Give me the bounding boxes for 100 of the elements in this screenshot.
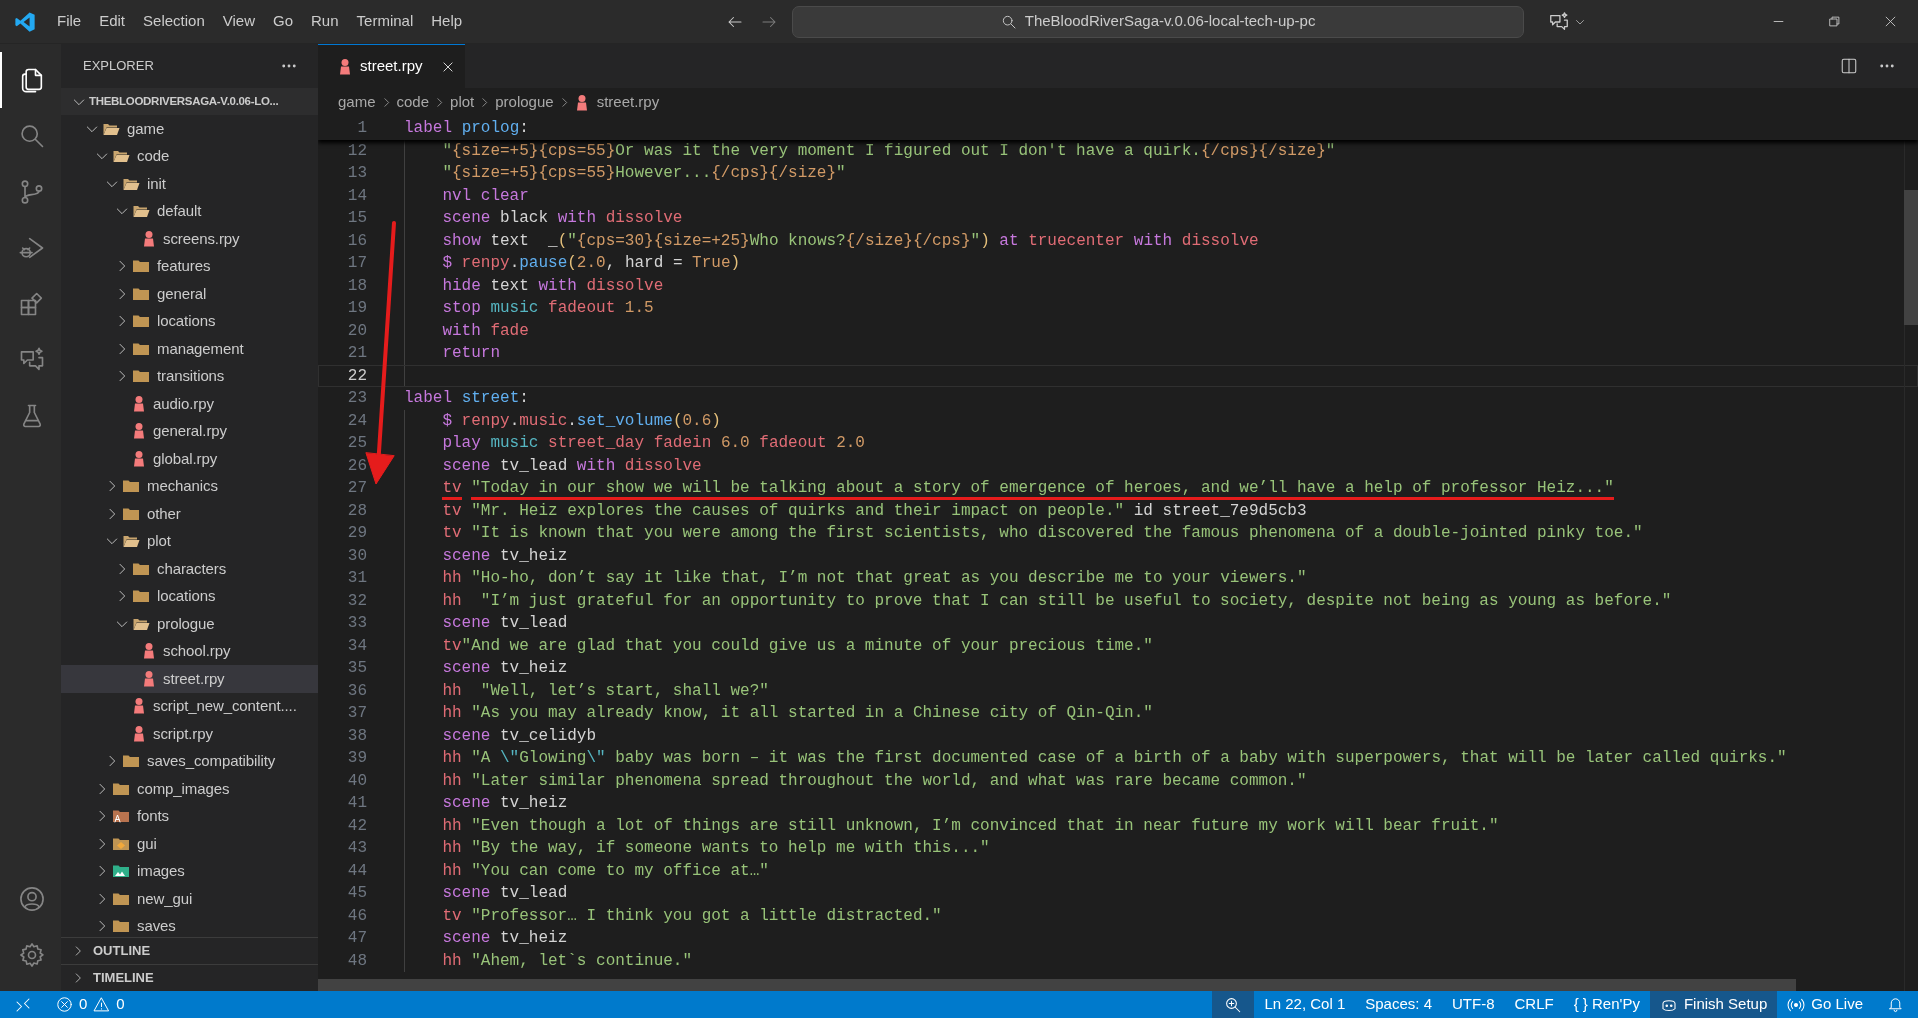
figure-icon (142, 229, 156, 248)
tree-item-label: audio.rpy (153, 393, 214, 414)
status-item[interactable]: Ln 22, Col 1 (1254, 991, 1356, 1018)
line-number: 13 (347, 163, 367, 185)
settings-icon[interactable] (17, 941, 46, 969)
status-item[interactable]: Spaces: 4 (1355, 991, 1442, 1018)
line-number: 19 (347, 298, 367, 320)
line-number: 28 (347, 500, 367, 522)
breadcrumb-item[interactable]: game (338, 91, 376, 114)
section-header[interactable]: OUTLINE (61, 937, 318, 964)
line-number: 18 (347, 275, 367, 297)
tree-item[interactable]: plot (61, 527, 318, 555)
code-line: hh "Later similar phenomena spread throughout the world, and what was rare became common." (442, 770, 1307, 792)
sidebar-title: EXPLORER (83, 57, 154, 76)
menu-item[interactable]: File (48, 8, 91, 35)
search-field[interactable]: TheBloodRiverSaga-v.0.06-local-tech-up-pc (792, 5, 1525, 38)
menu-item[interactable]: Run (302, 8, 348, 35)
tree-item[interactable]: script_new_content.... (61, 692, 318, 720)
tree-item-label: general.rpy (153, 421, 227, 441)
folder-icon (132, 588, 150, 605)
tree-item[interactable]: general.rpy (61, 417, 318, 445)
code-line: stop music fadeout 1.5 (442, 298, 654, 320)
close-icon[interactable] (441, 59, 455, 74)
tree-item[interactable]: screens.rpy (61, 225, 318, 253)
status-item[interactable]: CRLF (1504, 991, 1564, 1018)
split-editor-icon[interactable] (1840, 57, 1858, 75)
bell-icon[interactable] (1887, 996, 1904, 1013)
line-number: 26 (347, 455, 367, 477)
tree-item[interactable]: code (61, 142, 318, 170)
breadcrumb-item[interactable]: code (396, 91, 430, 114)
tree-item[interactable]: fonts (61, 802, 318, 830)
tree-item[interactable]: school.rpy (61, 637, 318, 665)
code-line: $ renpy.pause(2.0, hard = True) (442, 253, 741, 275)
code-line: scene tv_lead (442, 613, 568, 635)
breadcrumb-item[interactable]: street.rpy (596, 91, 660, 114)
menu-item[interactable]: View (213, 8, 264, 35)
tree-item[interactable]: images (61, 857, 318, 885)
scrollbar-thumb[interactable] (318, 979, 1796, 991)
breadcrumb-item[interactable]: plot (450, 91, 475, 114)
tree-item[interactable]: other (61, 500, 318, 528)
tree-item[interactable]: characters (61, 555, 318, 583)
editor-tab[interactable]: street.rpy (318, 44, 465, 88)
tree-item[interactable]: locations (61, 307, 318, 335)
figure-icon (574, 93, 589, 112)
menu-item[interactable]: Terminal (347, 8, 423, 35)
figure-icon (142, 642, 156, 661)
tree-item-label: images (137, 861, 185, 881)
tree-item[interactable]: prologue (61, 610, 318, 638)
status-item[interactable]: UTF-8 (1442, 991, 1505, 1018)
tree-item[interactable]: script.rpy (61, 720, 318, 748)
line-number: 40 (347, 770, 367, 792)
tree-item[interactable]: locations (61, 582, 318, 610)
line-number: 17 (347, 253, 367, 275)
code-line: $ renpy.music.set_volume(0.6) (442, 410, 721, 432)
figure-icon (132, 724, 146, 743)
problems-button[interactable]: 0 0 (46, 991, 135, 1018)
tree-item[interactable]: new_gui (61, 885, 318, 913)
menu-item[interactable]: Edit (90, 8, 135, 35)
tree-item[interactable]: transitions (61, 362, 318, 390)
tree-item-label: game (127, 118, 165, 139)
zoom-in-icon[interactable] (1224, 995, 1243, 1014)
line-number: 42 (347, 815, 367, 837)
tree-item[interactable]: street.rpy (61, 665, 318, 693)
tree-item[interactable]: mechanics (61, 472, 318, 500)
menu-item[interactable]: Help (422, 8, 472, 35)
tree-item[interactable]: game (61, 115, 318, 143)
tree-item[interactable]: general (61, 280, 318, 308)
restore-icon[interactable] (1826, 14, 1842, 29)
tree-item[interactable]: saves (61, 912, 318, 937)
menu-item[interactable]: Selection (134, 8, 214, 35)
tree-item-label: saves (137, 916, 176, 936)
search-text: TheBloodRiverSaga-v.0.06-local-tech-up-pc (1024, 11, 1316, 32)
line-number: 30 (347, 545, 367, 567)
breadcrumb-item[interactable]: prologue (495, 91, 554, 114)
tree-item[interactable]: audio.rpy (61, 390, 318, 418)
folder-icon (122, 753, 140, 770)
scrollbar-thumb[interactable] (1904, 190, 1918, 325)
tree-item-label: characters (157, 558, 227, 579)
account-icon[interactable] (17, 885, 46, 913)
tree-item[interactable]: default (61, 197, 318, 225)
line-number: 20 (347, 320, 367, 342)
tree-item[interactable]: features (61, 252, 318, 280)
tree-item[interactable]: gui (61, 830, 318, 858)
tree-item[interactable]: saves_compatibility (61, 747, 318, 775)
menu-item[interactable]: Go (264, 8, 302, 35)
chat-sparkle-icon[interactable] (1548, 10, 1571, 33)
code-line: tv "Professor… I think you got a little distracted." (442, 905, 942, 927)
language-button[interactable]: { } Ren'Py (1563, 991, 1650, 1018)
finish-setup-button[interactable]: Finish Setup (1649, 991, 1778, 1018)
code-line: tv "Today in our show we will be talking about a story of emergence of heroes, and we’ll have a help of professor Heiz..." (442, 476, 1614, 501)
line-number: 15 (347, 208, 367, 230)
tree-item-label: gui (137, 833, 157, 854)
tree-item-label: features (157, 256, 211, 276)
tree-item[interactable]: comp_images (61, 775, 318, 803)
line-number: 22 (347, 365, 367, 387)
tree-item[interactable]: management (61, 335, 318, 363)
tree-item[interactable]: global.rpy (61, 445, 318, 473)
tree-item[interactable]: init (61, 170, 318, 198)
code-line: hh "I’m just grateful for an opportunity to prove that I can still be useful to society, despite not being as young as before." (442, 590, 1672, 612)
go-live-button[interactable]: Go Live (1777, 991, 1873, 1018)
